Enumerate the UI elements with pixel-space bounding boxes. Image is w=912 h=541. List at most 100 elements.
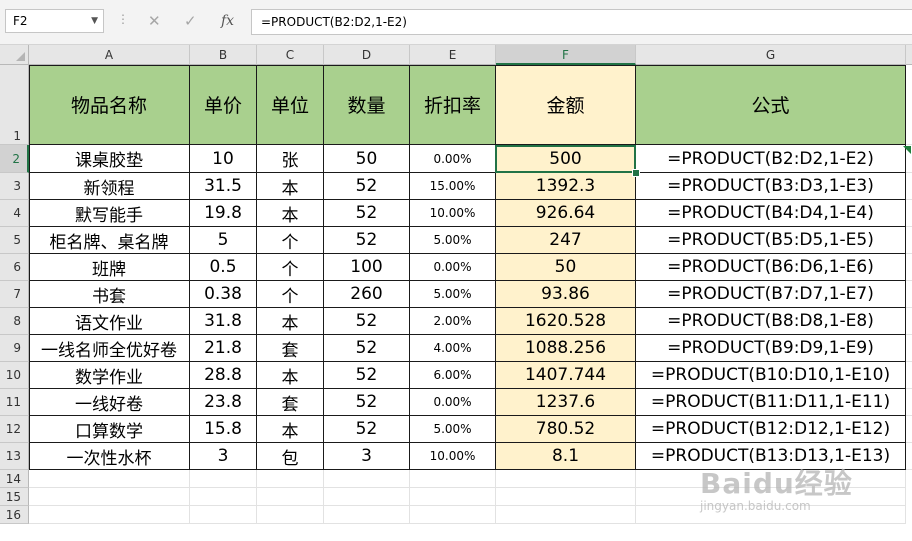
row-header-4[interactable]: 4: [0, 200, 29, 227]
cell-discount-rate[interactable]: 2.00%: [410, 308, 496, 335]
row-header-5[interactable]: 5: [0, 227, 29, 254]
cell-empty[interactable]: [190, 470, 257, 488]
select-all-corner[interactable]: [0, 45, 29, 65]
cell-amount[interactable]: 247: [496, 227, 636, 254]
more-options-icon[interactable]: ⋮: [117, 12, 129, 26]
cell-unit-price[interactable]: 0.5: [190, 254, 257, 281]
cell-empty[interactable]: [324, 470, 410, 488]
row-header-10[interactable]: 10: [0, 362, 29, 389]
cell-formula[interactable]: =PRODUCT(B2:D2,1-E2): [636, 145, 906, 173]
cell-item-name[interactable]: 书套: [29, 281, 190, 308]
cell-empty[interactable]: [906, 254, 912, 281]
cell-amount[interactable]: 1392.3: [496, 173, 636, 200]
column-header-c[interactable]: C: [257, 45, 324, 65]
cell-unit-price[interactable]: 21.8: [190, 335, 257, 362]
header-cell-formula[interactable]: 公式: [636, 65, 906, 145]
cell-amount[interactable]: 1237.6: [496, 389, 636, 416]
row-header-2[interactable]: 2: [0, 145, 29, 173]
cell-amount[interactable]: 1088.256: [496, 335, 636, 362]
cell-empty[interactable]: [257, 488, 324, 506]
cell-discount-rate[interactable]: 5.00%: [410, 227, 496, 254]
error-indicator-icon[interactable]: [903, 146, 911, 154]
cell-empty[interactable]: [324, 506, 410, 524]
cell-discount-rate[interactable]: 10.00%: [410, 200, 496, 227]
row-header-3[interactable]: 3: [0, 173, 29, 200]
cell-item-name[interactable]: 一次性水杯: [29, 443, 190, 470]
cell-empty[interactable]: [906, 308, 912, 335]
cell-formula[interactable]: =PRODUCT(B5:D5,1-E5): [636, 227, 906, 254]
cell-formula[interactable]: =PRODUCT(B4:D4,1-E4): [636, 200, 906, 227]
row-header-6[interactable]: 6: [0, 254, 29, 281]
row-header-11[interactable]: 11: [0, 389, 29, 416]
cell-discount-rate[interactable]: 0.00%: [410, 389, 496, 416]
cell-unit[interactable]: 本: [257, 173, 324, 200]
cell-formula[interactable]: =PRODUCT(B6:D6,1-E6): [636, 254, 906, 281]
column-header-g[interactable]: G: [636, 45, 906, 65]
cell-formula[interactable]: =PRODUCT(B9:D9,1-E9): [636, 335, 906, 362]
cell-empty[interactable]: [906, 200, 912, 227]
cell-unit[interactable]: 本: [257, 362, 324, 389]
cell-item-name[interactable]: 数学作业: [29, 362, 190, 389]
cell-formula[interactable]: =PRODUCT(B8:D8,1-E8): [636, 308, 906, 335]
cell-discount-rate[interactable]: 10.00%: [410, 443, 496, 470]
cell-quantity[interactable]: 260: [324, 281, 410, 308]
cell-unit-price[interactable]: 31.8: [190, 308, 257, 335]
cell-empty[interactable]: [906, 362, 912, 389]
header-cell-discount-rate[interactable]: 折扣率: [410, 65, 496, 145]
row-header-9[interactable]: 9: [0, 335, 29, 362]
cell-formula[interactable]: =PRODUCT(B11:D11,1-E11): [636, 389, 906, 416]
header-cell-amount[interactable]: 金额: [496, 65, 636, 145]
cell-amount[interactable]: 93.86: [496, 281, 636, 308]
fill-handle[interactable]: [632, 169, 640, 177]
row-header-16[interactable]: 16: [0, 506, 29, 524]
cell-formula[interactable]: =PRODUCT(B3:D3,1-E3): [636, 173, 906, 200]
name-box[interactable]: F2 ▼: [5, 9, 104, 33]
cell-unit[interactable]: 个: [257, 281, 324, 308]
cell-empty[interactable]: [906, 389, 912, 416]
cell-discount-rate[interactable]: 15.00%: [410, 173, 496, 200]
cell-unit-price[interactable]: 23.8: [190, 389, 257, 416]
cell-amount[interactable]: 926.64: [496, 200, 636, 227]
cell-quantity[interactable]: 52: [324, 389, 410, 416]
column-header-a[interactable]: A: [29, 45, 190, 65]
header-cell-quantity[interactable]: 数量: [324, 65, 410, 145]
row-header-14[interactable]: 14: [0, 470, 29, 488]
cell-empty[interactable]: [906, 281, 912, 308]
cell-empty[interactable]: [906, 173, 912, 200]
cell-empty[interactable]: [496, 488, 636, 506]
cell-empty[interactable]: [496, 470, 636, 488]
cell-quantity[interactable]: 52: [324, 416, 410, 443]
cell-formula[interactable]: =PRODUCT(B7:D7,1-E7): [636, 281, 906, 308]
cell-amount[interactable]: 780.52: [496, 416, 636, 443]
cell-empty[interactable]: [906, 335, 912, 362]
cell-unit-price[interactable]: 15.8: [190, 416, 257, 443]
cell-discount-rate[interactable]: 4.00%: [410, 335, 496, 362]
column-header-b[interactable]: B: [190, 45, 257, 65]
cell-empty[interactable]: [906, 443, 912, 470]
cell-item-name[interactable]: 一线名师全优好卷: [29, 335, 190, 362]
cell-unit[interactable]: 本: [257, 308, 324, 335]
cell-quantity[interactable]: 52: [324, 227, 410, 254]
cell-empty[interactable]: [29, 470, 190, 488]
cell-empty[interactable]: [906, 65, 912, 145]
cell-empty[interactable]: [410, 506, 496, 524]
header-cell-unit[interactable]: 单位: [257, 65, 324, 145]
cell-unit[interactable]: 个: [257, 227, 324, 254]
cell-empty[interactable]: [906, 416, 912, 443]
cell-unit-price[interactable]: 28.8: [190, 362, 257, 389]
cell-item-name[interactable]: 口算数学: [29, 416, 190, 443]
chevron-down-icon[interactable]: ▼: [91, 10, 98, 32]
cell-formula[interactable]: =PRODUCT(B10:D10,1-E10): [636, 362, 906, 389]
header-cell-unit-price[interactable]: 单价: [190, 65, 257, 145]
cell-unit[interactable]: 套: [257, 389, 324, 416]
cell-unit[interactable]: 包: [257, 443, 324, 470]
cell-empty[interactable]: [410, 488, 496, 506]
cell-item-name[interactable]: 新领程: [29, 173, 190, 200]
cell-unit-price[interactable]: 5: [190, 227, 257, 254]
cell-quantity[interactable]: 3: [324, 443, 410, 470]
row-header-1[interactable]: 1: [0, 65, 29, 145]
cell-empty[interactable]: [257, 506, 324, 524]
header-cell-item-name[interactable]: 物品名称: [29, 65, 190, 145]
cell-empty[interactable]: [324, 488, 410, 506]
enter-icon[interactable]: ✓: [184, 12, 197, 30]
